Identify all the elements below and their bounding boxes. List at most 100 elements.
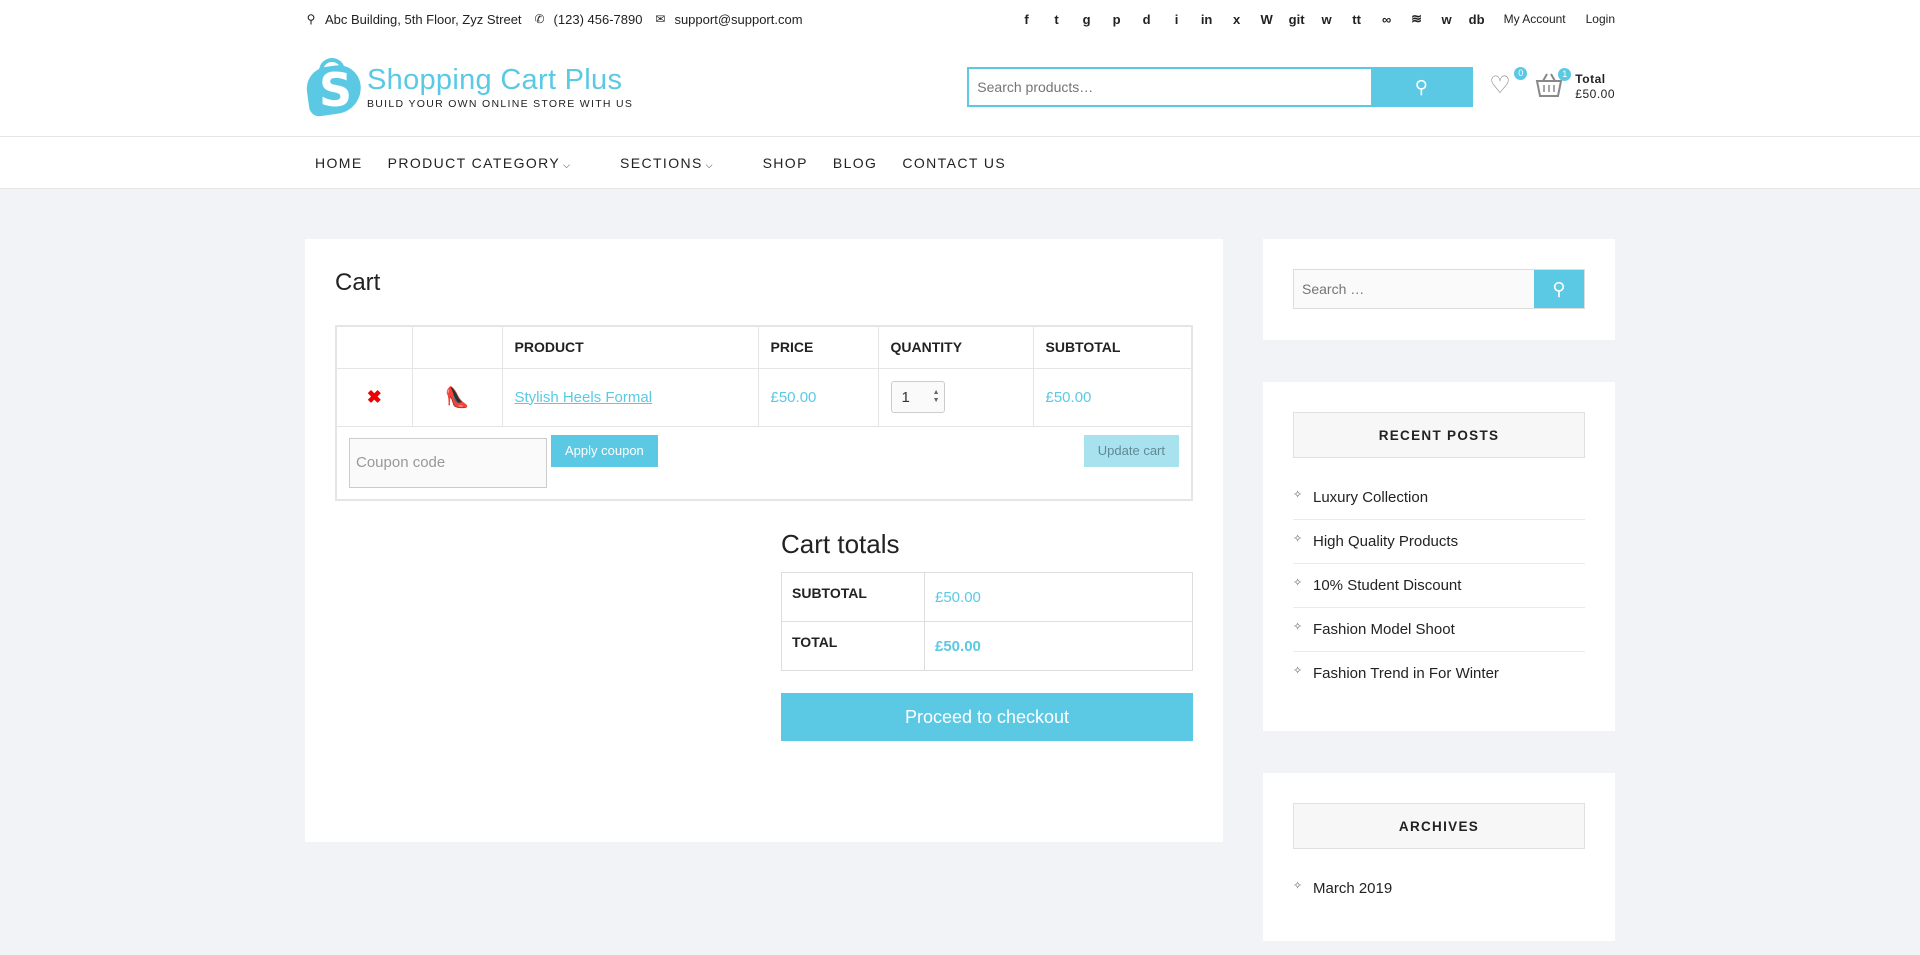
header-main: S Shopping Cart Plus BUILD YOUR OWN ONLI…: [303, 38, 1615, 136]
cart-table-header: PRODUCT PRICE QUANTITY SUBTOTAL: [335, 325, 1193, 369]
cart-totals-title: Cart totals: [781, 529, 900, 559]
nav-contact[interactable]: CONTACT US: [902, 155, 1006, 171]
header-actions: ⚲ ♡ 0 1 Total £50.00: [967, 67, 1615, 107]
archives-widget: ARCHIVES March 2019: [1263, 773, 1615, 941]
wishlist-button[interactable]: ♡ 0: [1489, 67, 1528, 103]
product-subtotal: £50.00: [1045, 388, 1092, 406]
dropbox-icon[interactable]: db: [1462, 12, 1492, 27]
whatsapp-icon[interactable]: w: [1432, 12, 1462, 27]
pinterest-icon[interactable]: p: [1102, 12, 1132, 27]
wishlist-count-badge: 0: [1514, 67, 1528, 80]
phone-icon: ✆: [534, 12, 545, 26]
nav-shop[interactable]: SHOP: [763, 155, 808, 171]
google-plus-icon[interactable]: g: [1072, 12, 1102, 27]
contact-info: ⚲ Abc Building, 5th Floor, Zyz Street ✆ …: [305, 12, 803, 27]
coupon-code-input[interactable]: Coupon code: [349, 437, 547, 488]
topbar-right: f t g p d i in x W git w tt ∞ ≋ w db My …: [1012, 11, 1615, 27]
login-link[interactable]: Login: [1586, 12, 1615, 26]
product-name-link[interactable]: Stylish Heels Formal: [515, 389, 653, 406]
stepper-arrows-icon[interactable]: ▲ ▼: [933, 389, 940, 405]
totals-subtotal-label: SUBTOTAL: [781, 572, 925, 622]
totals-total-label: TOTAL: [781, 621, 925, 671]
site-logo[interactable]: S Shopping Cart Plus BUILD YOUR OWN ONLI…: [303, 58, 634, 118]
nav-product-category[interactable]: PRODUCT CATEGORY ⌵: [388, 155, 595, 171]
site-header: ⚲ Abc Building, 5th Floor, Zyz Street ✆ …: [0, 0, 1920, 136]
site-name: Shopping Cart Plus: [367, 64, 623, 96]
email-text: support@support.com: [674, 11, 803, 27]
list-item[interactable]: Fashion Model Shoot: [1293, 605, 1585, 652]
quantity-value: 1: [901, 388, 910, 406]
main-navigation: HOME PRODUCT CATEGORY ⌵ SECTIONS ⌵ SHOP BL…: [0, 136, 1920, 189]
git-icon[interactable]: w: [1312, 12, 1342, 27]
instagram-icon[interactable]: i: [1162, 12, 1192, 27]
recent-posts-title: RECENT POSTS: [1293, 412, 1585, 458]
account-links: My Account Login: [1504, 12, 1615, 26]
cart-totals: Cart totals SUBTOTAL £50.00 TOTAL £50.00…: [781, 529, 1193, 741]
totals-subtotal-value: £50.00: [924, 572, 1193, 622]
cart-count-badge: 1: [1558, 68, 1572, 81]
dribbble-icon[interactable]: d: [1132, 12, 1162, 27]
nav-blog[interactable]: BLOG: [833, 155, 878, 171]
leanpub-icon[interactable]: ≋: [1402, 11, 1432, 27]
heart-icon: ♡: [1489, 72, 1511, 99]
quantity-stepper[interactable]: 1 ▲ ▼: [890, 381, 945, 413]
mini-cart-total-value: £50.00: [1575, 87, 1615, 101]
mini-cart-total: Total £50.00: [1575, 72, 1615, 102]
my-account-link[interactable]: My Account: [1504, 12, 1566, 26]
page-title: Cart: [335, 269, 381, 296]
map-pin-icon: ⚲: [306, 12, 316, 26]
linkedin-icon[interactable]: x: [1222, 12, 1252, 27]
remove-item-icon[interactable]: ✖: [367, 387, 382, 407]
list-item[interactable]: Luxury Collection: [1293, 473, 1585, 520]
sidebar-search-button[interactable]: ⚲: [1534, 270, 1584, 308]
product-price: £50.00: [770, 388, 817, 406]
list-item[interactable]: 10% Student Discount: [1293, 561, 1585, 608]
header-quantity: QUANTITY: [877, 325, 1034, 369]
sidebar: ⚲ RECENT POSTS Luxury Collection High Qu…: [1263, 239, 1615, 955]
coupon-row: Coupon code Apply coupon Update cart: [335, 425, 1193, 501]
product-search: ⚲: [967, 67, 1474, 107]
wikipedia-icon[interactable]: git: [1282, 12, 1312, 27]
sidebar-search-widget: ⚲: [1263, 239, 1615, 340]
cart-table: PRODUCT PRICE QUANTITY SUBTOTAL ✖ 👠 Styl…: [335, 325, 1193, 501]
proceed-to-checkout-button[interactable]: Proceed to checkout: [781, 693, 1193, 741]
header-price: PRICE: [757, 325, 879, 369]
mini-cart[interactable]: 1 Total £50.00: [1535, 68, 1615, 102]
sidebar-search-input[interactable]: [1294, 270, 1534, 308]
site-tagline: BUILD YOUR OWN ONLINE STORE WITH US: [367, 98, 634, 110]
wpforms-icon[interactable]: tt: [1342, 12, 1372, 27]
email-item: ✉ support@support.com: [654, 12, 802, 27]
totals-total-value: £50.00: [924, 621, 1193, 671]
xing-icon[interactable]: W: [1252, 12, 1282, 27]
header-product: PRODUCT: [501, 325, 759, 369]
search-icon: ⚲: [1414, 76, 1428, 97]
nav-sections-label: SECTIONS: [619, 154, 703, 171]
envelope-icon: ✉: [655, 12, 666, 26]
mini-cart-total-label: Total: [1575, 72, 1606, 86]
cart-item-row: ✖ 👠 Stylish Heels Formal £50.00 1 ▲ ▼ £50…: [335, 367, 1193, 427]
phone-text: (123) 456-7890: [553, 11, 643, 27]
apply-coupon-button[interactable]: Apply coupon: [551, 434, 658, 467]
nav-sections[interactable]: SECTIONS ⌵: [620, 155, 738, 171]
update-cart-button[interactable]: Update cart: [1083, 434, 1179, 467]
list-item[interactable]: Fashion Trend in For Winter: [1293, 649, 1585, 696]
nav-home[interactable]: HOME: [315, 155, 363, 171]
tiktok-icon[interactable]: ∞: [1372, 12, 1402, 27]
chevron-down-icon: ⌵: [705, 159, 713, 170]
twitter-icon[interactable]: t: [1042, 12, 1072, 27]
archives-title: ARCHIVES: [1293, 803, 1585, 849]
cart-totals-table: SUBTOTAL £50.00 TOTAL £50.00: [781, 572, 1193, 671]
list-item[interactable]: High Quality Products: [1293, 517, 1585, 564]
cart-content: Cart PRODUCT PRICE QUANTITY SUBTOTAL ✖ 👠…: [305, 239, 1223, 842]
flickr-icon[interactable]: in: [1192, 12, 1222, 27]
product-thumbnail[interactable]: 👠: [445, 387, 470, 409]
list-item[interactable]: March 2019: [1293, 864, 1585, 911]
product-search-button[interactable]: ⚲: [1371, 69, 1472, 105]
header-subtotal: SUBTOTAL: [1032, 325, 1193, 369]
product-search-input[interactable]: [969, 69, 1372, 105]
search-icon: ⚲: [1552, 278, 1566, 299]
phone-item: ✆ (123) 456-7890: [534, 12, 643, 27]
recent-posts-list: Luxury Collection High Quality Products …: [1293, 473, 1585, 696]
social-icons: f t g p d i in x W git w tt ∞ ≋ w db: [1012, 11, 1492, 27]
facebook-icon[interactable]: f: [1012, 12, 1042, 27]
